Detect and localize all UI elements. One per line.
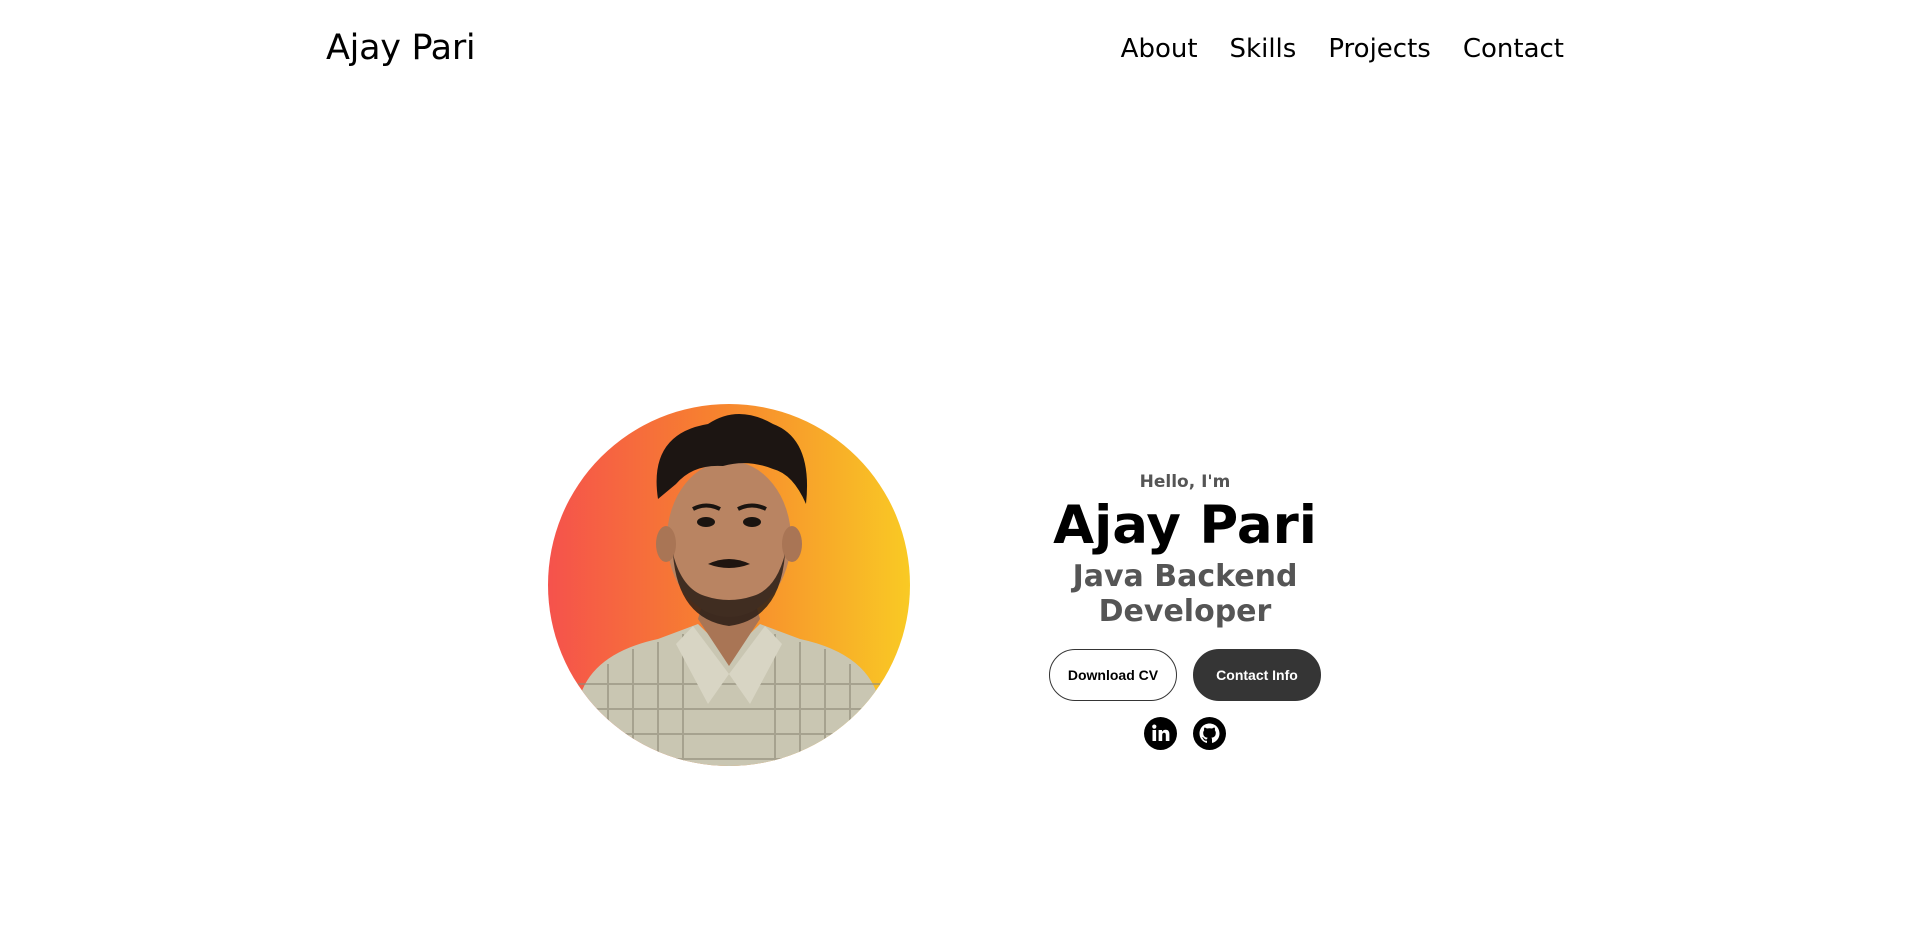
nav-link-projects[interactable]: Projects xyxy=(1328,34,1431,64)
social-links xyxy=(985,716,1385,750)
linkedin-icon[interactable] xyxy=(1144,716,1177,750)
profile-picture xyxy=(548,404,910,766)
hero-section: Hello, I'm Ajay Pari Java Backend Develo… xyxy=(985,470,1385,750)
github-icon[interactable] xyxy=(1193,716,1226,750)
nav-link-about[interactable]: About xyxy=(1121,34,1198,64)
site-logo[interactable]: Ajay Pari xyxy=(326,28,476,68)
nav-link-skills[interactable]: Skills xyxy=(1230,34,1297,64)
navbar: Ajay Pari About Skills Projects Contact xyxy=(0,0,1905,104)
nav-link-contact[interactable]: Contact xyxy=(1463,34,1564,64)
hero-role: Java Backend Developer xyxy=(1072,558,1298,629)
download-cv-button[interactable]: Download CV xyxy=(1049,648,1177,701)
hero-greeting: Hello, I'm xyxy=(1139,472,1231,492)
contact-info-button[interactable]: Contact Info xyxy=(1193,648,1321,701)
hero-buttons: Download CV Contact Info xyxy=(985,648,1385,701)
hero-name: Ajay Pari xyxy=(1053,495,1317,556)
nav-links: About Skills Projects Contact xyxy=(1121,34,1564,64)
profile-portrait xyxy=(578,414,880,766)
